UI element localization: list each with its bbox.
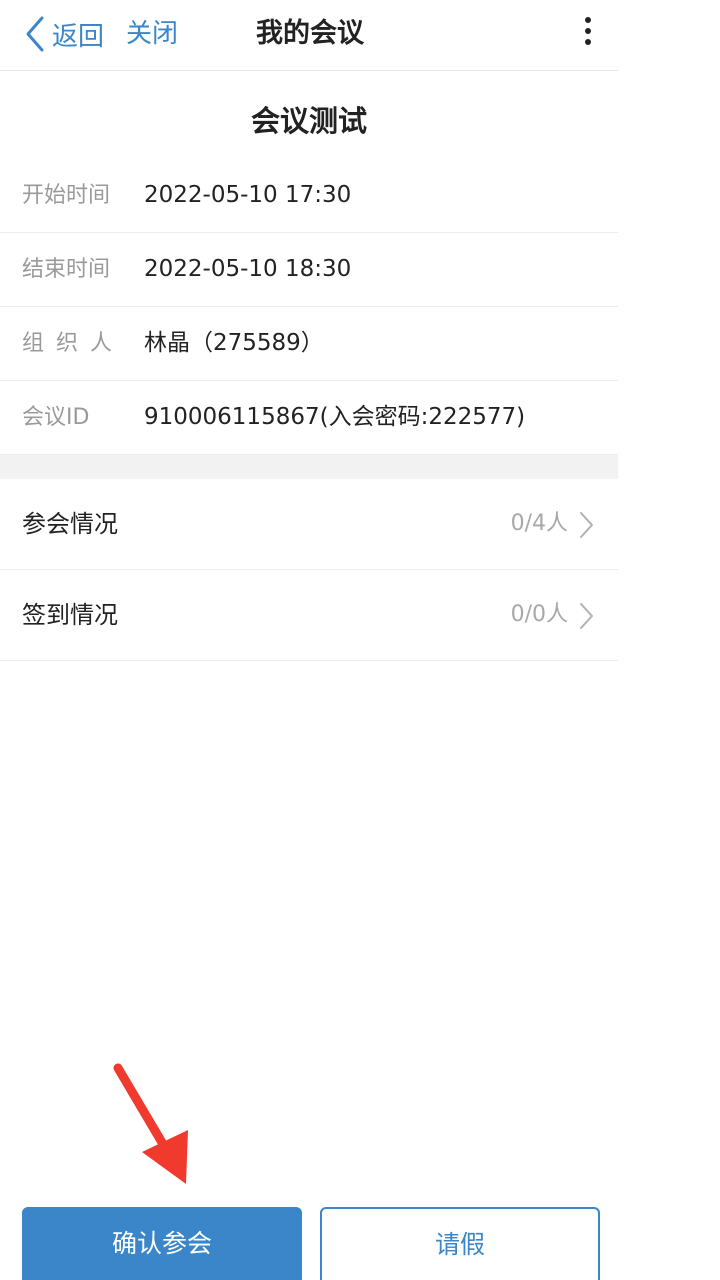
- chevron-left-icon: [26, 16, 44, 52]
- meeting-title: 会议测试: [250, 104, 367, 138]
- start-time-value: 2022-05-10 17:30: [144, 182, 352, 208]
- signin-label: 签到情况: [22, 601, 118, 629]
- info-row-organizer: 组织人 林晶（275589）: [0, 307, 618, 381]
- chevron-right-icon: [580, 512, 593, 538]
- back-button[interactable]: 返回: [22, 14, 104, 54]
- back-label: 返回: [52, 21, 105, 52]
- page-title: 我的会议: [256, 18, 364, 49]
- info-row-meeting-id: 会议ID 910006115867(入会密码:222577): [0, 381, 618, 455]
- meeting-detail-screen: 返回 关闭 我的会议 会议测试 开始时间 2022-05-10 17:30 结束…: [0, 0, 720, 1280]
- meeting-id-label: 会议ID: [22, 405, 90, 430]
- section-divider: [0, 455, 618, 479]
- confirm-attendance-button[interactable]: 确认参会: [22, 1207, 302, 1280]
- attendance-row[interactable]: 参会情况 0/4人: [0, 479, 618, 570]
- request-leave-button[interactable]: 请假: [320, 1207, 600, 1280]
- organizer-value: 林晶（275589）: [144, 330, 324, 356]
- close-button[interactable]: 关闭: [126, 14, 178, 54]
- signin-row[interactable]: 签到情况 0/0人: [0, 570, 618, 661]
- end-time-label: 结束时间: [22, 257, 111, 282]
- meeting-id-value: 910006115867(入会密码:222577): [144, 404, 526, 430]
- end-time-value: 2022-05-10 18:30: [144, 256, 352, 282]
- attendance-label: 参会情况: [22, 510, 118, 538]
- info-row-end-time: 结束时间 2022-05-10 18:30: [0, 233, 618, 307]
- info-row-start-time: 开始时间 2022-05-10 17:30: [0, 159, 618, 233]
- more-vertical-icon[interactable]: [574, 12, 602, 56]
- chevron-right-icon: [580, 603, 593, 629]
- content-column: 返回 关闭 我的会议 会议测试 开始时间 2022-05-10 17:30 结束…: [0, 0, 618, 1280]
- red-arrow-annotation: [113, 1063, 188, 1184]
- signin-count: 0/0人: [510, 602, 568, 627]
- organizer-label: 组织人: [22, 331, 125, 356]
- start-time-label: 开始时间: [22, 183, 111, 208]
- nav-bar: 返回 关闭 我的会议: [0, 0, 618, 71]
- attendance-count: 0/4人: [510, 511, 568, 536]
